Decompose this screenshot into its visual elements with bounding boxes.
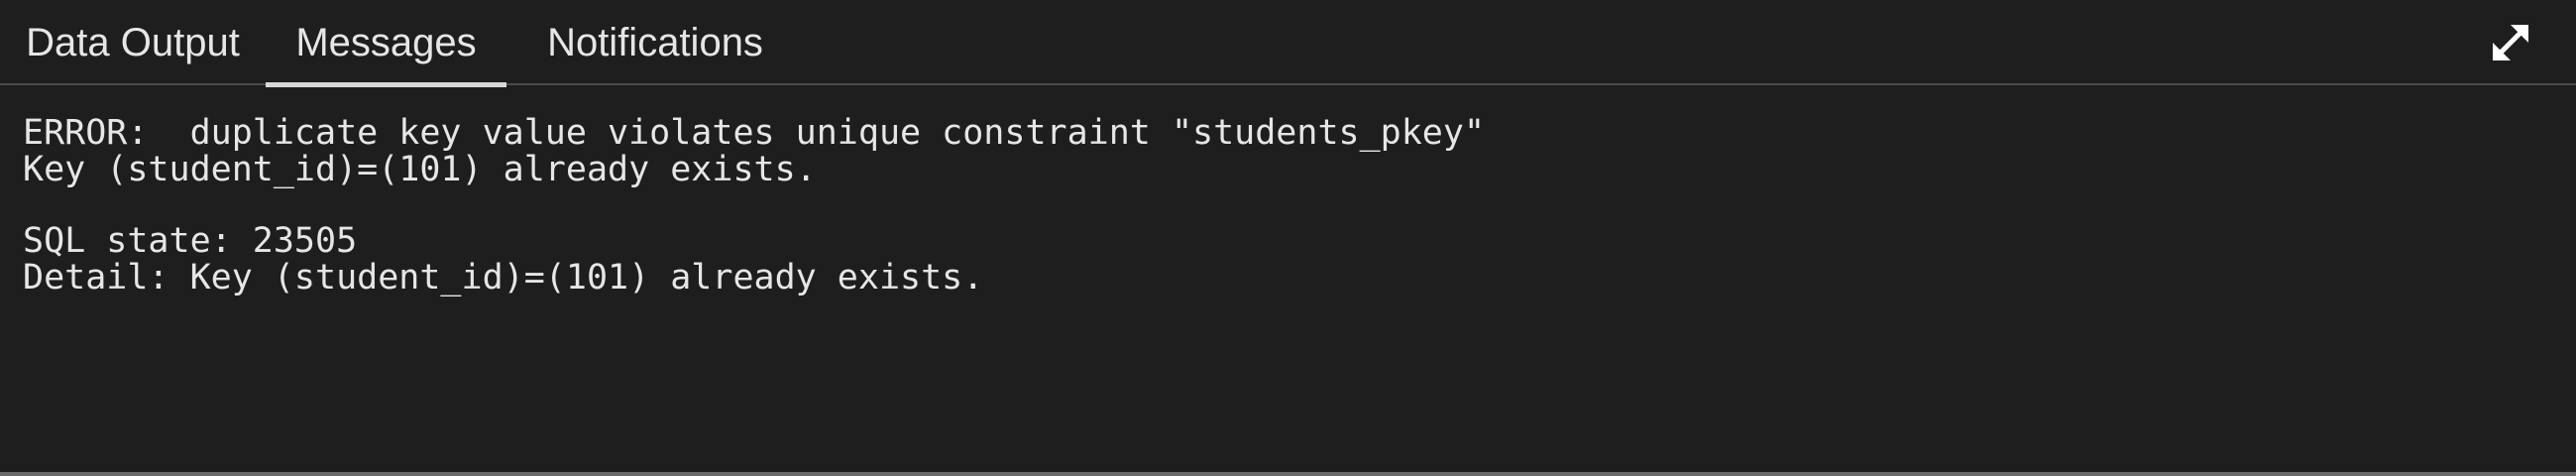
tab-messages[interactable]: Messages xyxy=(266,0,506,87)
key-message-line: Key (student_id)=(101) already exists. xyxy=(23,150,817,189)
tab-notifications-label: Notifications xyxy=(547,20,763,64)
error-message-line: ERROR: duplicate key value violates uniq… xyxy=(23,113,1486,153)
messages-panel: ERROR: duplicate key value violates uniq… xyxy=(0,85,2576,472)
tab-data-output[interactable]: Data Output xyxy=(0,0,266,85)
tab-messages-label: Messages xyxy=(295,20,477,64)
sql-state-line: SQL state: 23505 xyxy=(23,221,358,261)
tab-notifications[interactable]: Notifications xyxy=(511,0,799,85)
tab-data-output-label: Data Output xyxy=(26,20,240,64)
expand-icon[interactable] xyxy=(2487,19,2534,66)
panel-bottom-border xyxy=(0,472,2576,476)
expand-icon-glyph xyxy=(2493,25,2528,60)
detail-message-line: Detail: Key (student_id)=(101) already e… xyxy=(23,258,984,298)
results-tab-bar: Data Output Messages Notifications xyxy=(0,0,2576,87)
